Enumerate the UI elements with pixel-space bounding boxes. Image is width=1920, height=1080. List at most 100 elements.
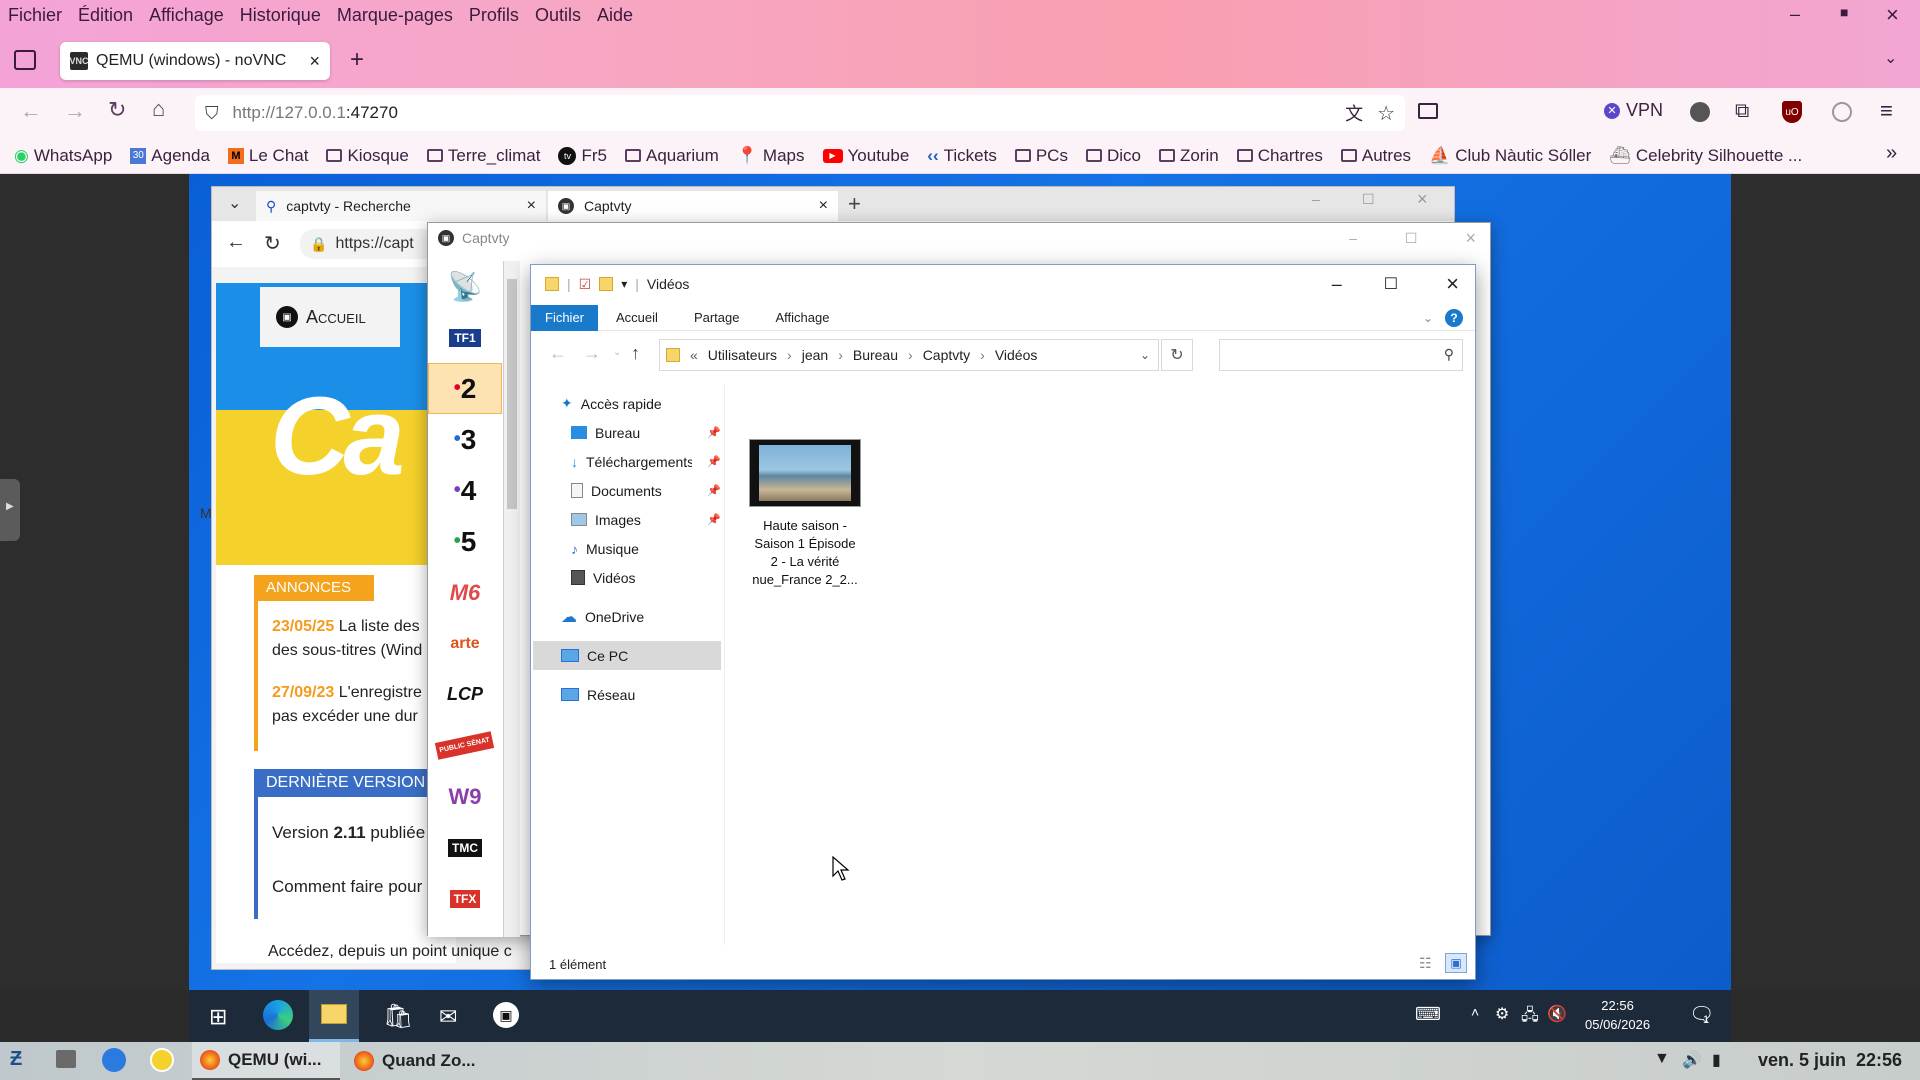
close-button[interactable]: × <box>1886 2 1899 28</box>
minimize-button[interactable]: – <box>1349 230 1357 246</box>
channel-public-senat[interactable]: PUBLIC SÉNAT <box>428 720 502 771</box>
channel-france3[interactable]: • 3 <box>428 414 502 465</box>
windows-start-icon[interactable]: ⊞ <box>209 1004 227 1030</box>
channel-tfx[interactable]: TFX <box>428 873 502 924</box>
new-folder-icon[interactable] <box>599 277 614 291</box>
forward-button[interactable]: → <box>64 98 86 124</box>
new-tab-button[interactable]: + <box>848 191 861 217</box>
search-input[interactable]: ⚲ <box>1219 339 1463 371</box>
channel-tf1[interactable]: TF1 <box>428 312 502 363</box>
url-bar[interactable]: ⛉ http://127.0.0.1:47270 文 ☆ <box>195 95 1405 131</box>
reload-button[interactable]: ↻ <box>264 231 281 256</box>
up-button[interactable]: ↑ <box>631 343 640 364</box>
browser-icon[interactable] <box>102 1048 126 1072</box>
home-button[interactable]: ⌂ <box>152 96 165 122</box>
file-item-video[interactable]: Haute saison - Saison 1 Épisode 2 - La v… <box>747 439 863 589</box>
channel-tmc[interactable]: TMC <box>428 822 502 873</box>
help-icon[interactable]: ? <box>1445 308 1463 327</box>
details-view-icon[interactable]: ☷ <box>1419 955 1432 972</box>
bookmark-fr5[interactable]: tv Fr5 <box>558 146 607 166</box>
close-button[interactable]: × <box>1446 271 1459 297</box>
channel-settings[interactable]: 📡 <box>428 261 502 312</box>
large-icons-view-icon[interactable]: ▣ <box>1445 953 1467 973</box>
menu-affichage[interactable]: Affichage <box>141 0 232 30</box>
network-icon[interactable]: 🖧 <box>1521 1004 1539 1031</box>
breadcrumb-captvty[interactable]: Captvty <box>923 347 970 363</box>
bookmark-youtube[interactable]: ▶ Youtube <box>822 146 909 166</box>
bookmark-pcs[interactable]: PCs <box>1014 146 1068 166</box>
properties-icon[interactable]: ☑ <box>579 276 592 293</box>
customize-quick-access-icon[interactable]: ▾ <box>621 277 627 291</box>
channel-france4[interactable]: • 4 <box>428 465 502 516</box>
nav-reseau[interactable]: Réseau <box>561 680 635 709</box>
ribbon-tab-fichier[interactable]: Fichier <box>531 304 599 331</box>
chevron-up-icon[interactable]: ˄ <box>1471 1004 1479 1020</box>
bookmark-celebrity[interactable]: ⛴ Celebrity Silhouette ... <box>1609 146 1802 166</box>
extensions-icon[interactable]: ⧉ <box>1735 100 1749 123</box>
profile-avatar[interactable] <box>1690 102 1710 122</box>
back-button[interactable]: ← <box>549 343 567 364</box>
minimize-button[interactable]: – <box>1790 4 1800 25</box>
channel-france2[interactable]: • 2 <box>428 363 502 414</box>
bookmark-agenda[interactable]: 30 Agenda <box>130 146 210 166</box>
scrollbar-thumb[interactable] <box>507 279 517 509</box>
tab-close-icon[interactable]: × <box>309 51 320 72</box>
mail-icon[interactable]: ✉ <box>439 1004 457 1030</box>
nav-ce-pc[interactable]: Ce PC <box>533 641 721 670</box>
nav-quick-access[interactable]: ✦ Accès rapide <box>561 389 662 418</box>
explorer-taskbar-item[interactable] <box>309 990 359 1042</box>
channel-scrollbar[interactable] <box>504 261 520 937</box>
breadcrumb-videos[interactable]: Vidéos <box>995 347 1038 363</box>
refresh-button[interactable]: ↻ <box>1161 339 1193 371</box>
zorin-menu-icon[interactable]: Ƶ <box>10 1048 22 1071</box>
channel-w9[interactable]: W9 <box>428 771 502 822</box>
ublock-icon[interactable]: uO <box>1782 101 1802 123</box>
host-task-quand[interactable]: Quand Zo... <box>350 1042 498 1080</box>
bookmark-star-icon[interactable]: ☆ <box>1377 101 1395 126</box>
bookmark-maps[interactable]: 📍 Maps <box>737 146 805 166</box>
nav-telechargements[interactable]: ↓ Téléchargements 📌 <box>571 447 721 476</box>
nav-documents[interactable]: Documents 📌 <box>571 476 721 505</box>
close-button[interactable]: × <box>1465 228 1476 249</box>
breadcrumb-jean[interactable]: jean <box>802 347 828 363</box>
minimize-button[interactable]: – <box>1312 191 1320 207</box>
wifi-icon[interactable]: ▼ <box>1654 1050 1670 1068</box>
ribbon-tab-accueil[interactable]: Accueil <box>598 310 676 325</box>
channel-m6[interactable]: M6 <box>428 567 502 618</box>
menu-outils[interactable]: Outils <box>527 0 589 30</box>
vm-tray-icon[interactable]: ⚙ <box>1495 1004 1509 1024</box>
close-icon[interactable]: × <box>527 197 536 215</box>
sidebar-toggle-icon[interactable] <box>1418 103 1438 119</box>
shield-icon[interactable]: ⛉ <box>205 103 219 124</box>
app-icon[interactable] <box>150 1048 174 1072</box>
notification-icon[interactable]: 🗨 <box>1689 1002 1714 1027</box>
bookmark-aquarium[interactable]: Aquarium <box>624 146 719 166</box>
nav-bureau[interactable]: Bureau 📌 <box>571 418 721 447</box>
ribbon-tab-affichage[interactable]: Affichage <box>757 310 847 325</box>
host-clock[interactable]: ven. 5 juin 22:56 <box>1758 1050 1902 1071</box>
bookmark-chartres[interactable]: Chartres <box>1236 146 1323 166</box>
menu-aide[interactable]: Aide <box>589 0 641 30</box>
maximize-button[interactable]: ☐ <box>1384 274 1398 294</box>
tab-list-icon[interactable] <box>14 50 36 70</box>
menu-marque-pages[interactable]: Marque-pages <box>329 0 461 30</box>
menu-profils[interactable]: Profils <box>461 0 527 30</box>
system-clock[interactable]: 22:56 05/06/2026 <box>1585 996 1650 1034</box>
back-button[interactable]: ← <box>20 98 42 124</box>
nav-videos[interactable]: Vidéos <box>571 563 636 592</box>
recent-locations-icon[interactable]: ⌄ <box>613 347 621 358</box>
forward-button[interactable]: → <box>583 343 601 364</box>
menu-edition[interactable]: Édition <box>70 0 141 30</box>
address-breadcrumb[interactable]: « Utilisateurs › jean › Bureau › Captvty › V… <box>659 339 1159 371</box>
bookmark-autres[interactable]: Autres <box>1340 146 1411 166</box>
breadcrumb-utilisateurs[interactable]: Utilisateurs <box>708 347 777 363</box>
bookmark-club-nautic[interactable]: ⛵ Club Nàutic Sóller <box>1429 146 1591 166</box>
channel-france5[interactable]: • 5 <box>428 516 502 567</box>
bookmark-zorin[interactable]: Zorin <box>1158 146 1219 166</box>
channel-arte[interactable]: arte <box>428 618 502 669</box>
captvty-taskbar-icon[interactable]: ▣ <box>493 1002 519 1028</box>
back-button[interactable]: ← <box>226 231 246 254</box>
tab-actions-icon[interactable]: ⌄ <box>228 193 241 213</box>
maximize-button[interactable]: ☐ <box>1362 191 1375 208</box>
url-text[interactable]: http://127.0.0.1:47270 <box>233 103 398 123</box>
